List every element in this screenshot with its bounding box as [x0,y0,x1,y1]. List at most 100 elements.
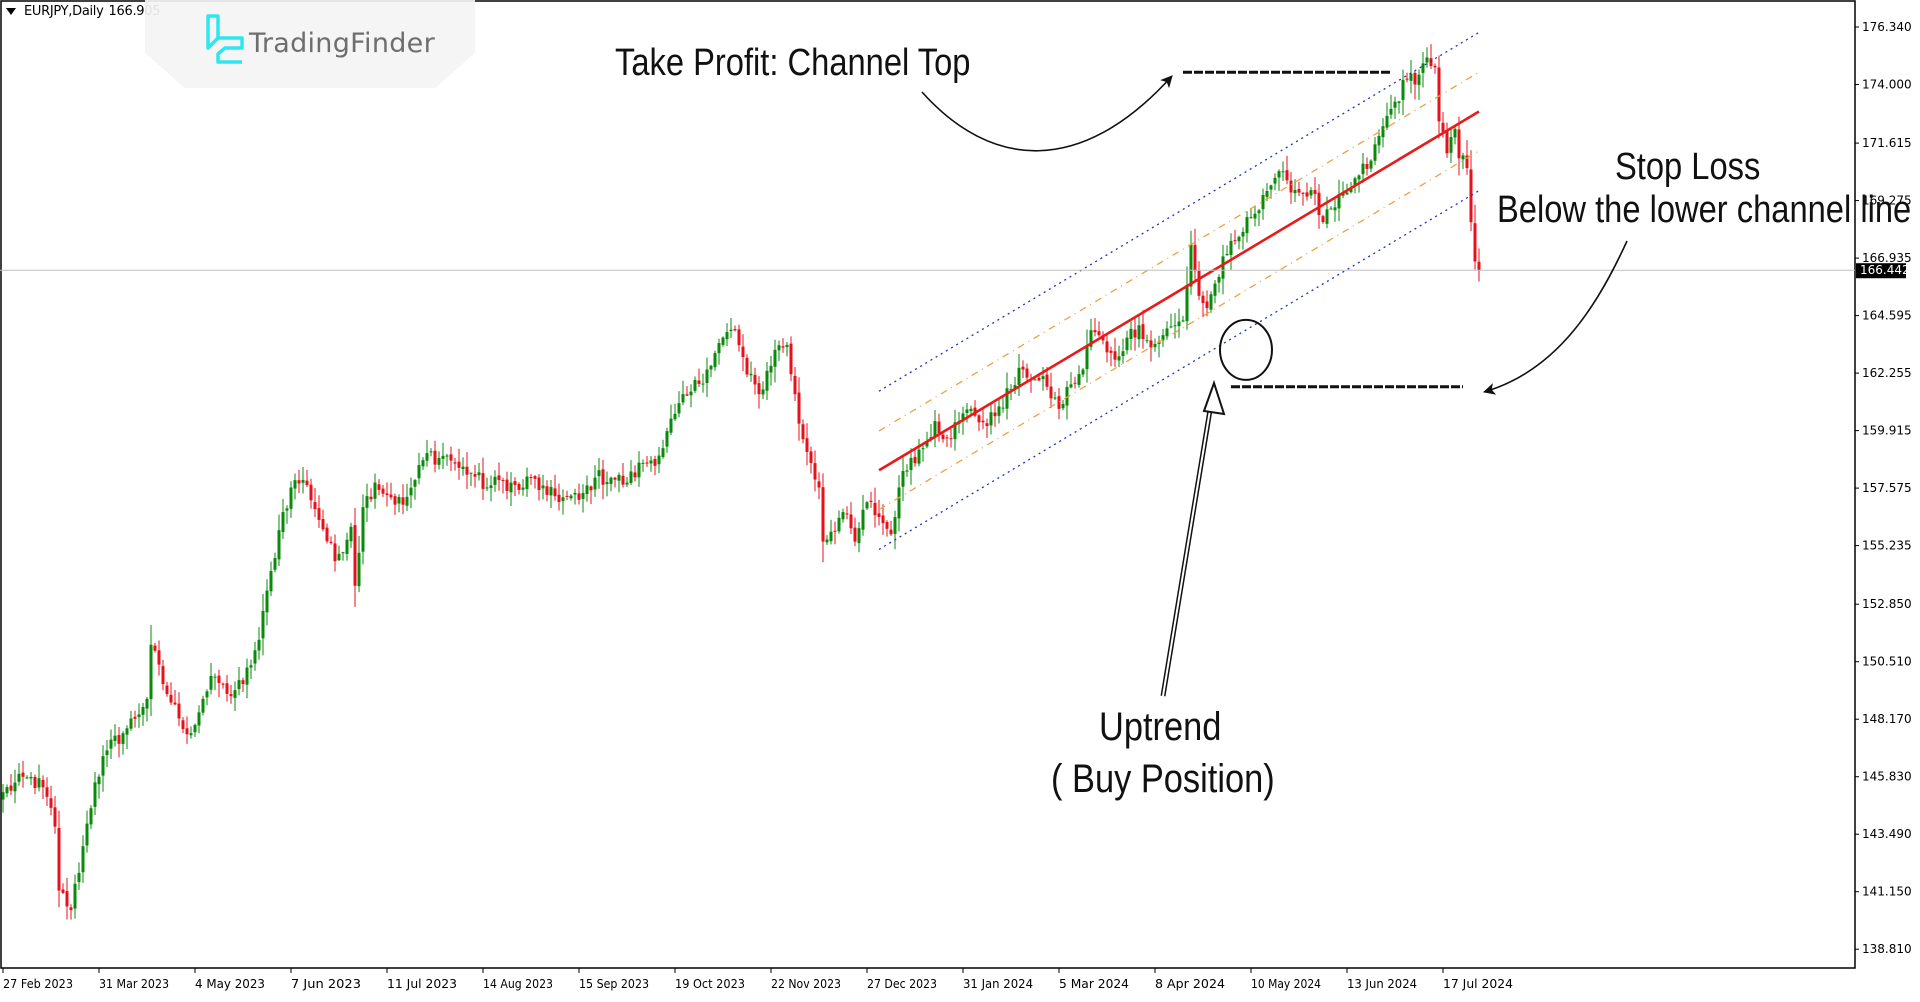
candle-body [369,496,373,500]
candle-body [117,735,121,744]
candle-body [597,470,601,477]
x-tick-label: 7 Jun 2023 [291,977,361,991]
candle-body [561,497,565,502]
candle-body [265,590,269,613]
candle-body [557,494,561,503]
candle-body [1425,57,1429,63]
y-tick-label: 148.170 [1862,712,1912,726]
candle-body [165,685,169,695]
candle-body [309,484,313,501]
triangle-down-icon[interactable] [6,8,16,15]
candle-body [825,539,829,543]
candle-body [1177,321,1181,327]
candle-body [521,487,525,490]
symbol-timeframe-label: EURJPY,Daily [24,4,104,19]
candle-body [901,471,905,487]
candle-body [473,474,477,477]
candle-body [441,455,445,459]
candle-body [737,329,741,346]
candle-body [781,346,785,348]
candle-body [701,383,705,385]
candle-body [1113,351,1117,360]
candle-body [941,434,945,440]
candle-body [1317,192,1321,215]
candle-body [641,462,645,464]
candle-body [889,529,893,535]
candle-body [745,357,749,375]
candle-body [1077,374,1081,385]
candle-body [677,403,681,414]
candle-body [805,438,809,452]
candle-body [1105,341,1109,353]
candle-body [1269,185,1273,190]
candle-body [269,571,273,592]
candle-body [329,541,333,543]
candle-body [533,476,537,479]
candle-body [545,486,549,495]
candle-body [1093,330,1097,333]
candle-body [125,728,129,735]
candle-body [65,891,69,907]
candle-body [529,477,533,479]
candle-body [1145,340,1149,342]
candle-body [1405,78,1409,80]
candle-body [949,438,953,440]
candle-body [433,450,437,465]
candle-body [845,513,849,515]
candle-body [757,383,761,395]
candle-body [741,346,745,358]
x-tick-label: 4 May 2023 [195,977,265,991]
candle-body [1333,207,1337,211]
candle-body [989,412,993,426]
candle-body [261,610,265,639]
candle-body [733,329,737,331]
candle-body [1061,404,1065,409]
candle-body [537,477,541,491]
candle-body [977,415,981,423]
x-tick-label: 31 Jan 2024 [963,977,1033,991]
candle-body [425,453,429,461]
candle-body [49,798,53,808]
candle-body [517,484,521,490]
candle-body [89,808,93,825]
y-tick-label: 174.000 [1862,78,1912,92]
candle-body [1449,137,1453,153]
candle-body [1073,382,1077,384]
candle-body [709,365,713,370]
price-axis[interactable]: 176.340174.000171.615169.275166.935164.5… [1855,20,1912,956]
candle-body [97,776,101,785]
candle-body [1385,115,1389,128]
candle-body [749,373,753,376]
candle-body [237,680,241,690]
candle-body [293,480,297,489]
candle-body [189,733,193,736]
time-axis[interactable]: 27 Feb 2023 31 Mar 2023 4 May 2023 7 Jun 20… [2,968,1513,991]
candle-body [1,792,5,800]
current-price-tag: 166.442 [1856,263,1910,279]
candle-body [1309,190,1313,196]
candle-body [873,502,877,516]
candle-body [769,365,773,373]
candle-body [361,507,365,552]
candle-body [1365,164,1369,169]
candle-body [1473,223,1477,262]
candle-body [705,369,709,384]
candle-body [1209,294,1213,310]
candle-body [13,782,17,792]
candle-body [669,418,673,433]
candle-body [1141,324,1145,340]
candle-body [1133,329,1137,338]
candle-body [1033,379,1037,381]
candle-body [581,493,585,499]
candle-body [1377,136,1381,146]
candle-body [1201,295,1205,304]
candle-body [853,527,857,542]
candle-body [1205,301,1209,309]
candle-body [1357,175,1361,180]
candle-body [301,479,305,483]
chart-header[interactable]: EURJPY,Daily 166.905 [6,4,161,19]
candle-body [185,728,189,735]
tradingfinder-logo-icon [206,14,244,64]
candle-body [937,421,941,434]
candle-body [601,469,605,485]
